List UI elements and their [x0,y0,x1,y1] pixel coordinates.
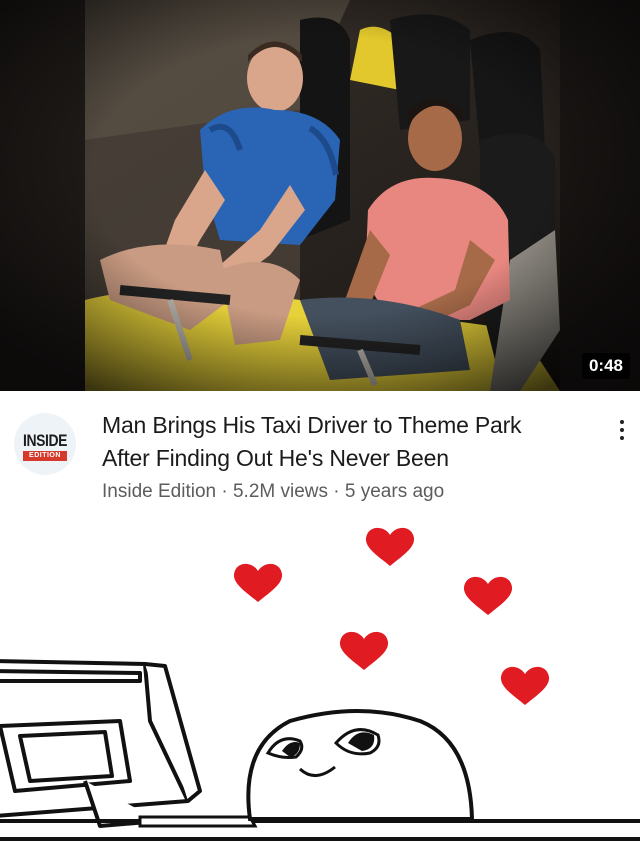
video-title-line2: After Finding Out He's Never Been [102,445,449,471]
heart-eyes-computer-guy [0,527,640,841]
thumbnail-photo [0,0,640,391]
separator-dot: · [221,481,228,502]
avatar-logo-text: INSIDE [22,431,68,450]
channel-avatar[interactable]: INSIDE EDITION [14,413,76,475]
separator-dot: · [333,481,340,502]
view-count: 5.2M views [232,481,328,502]
duration-badge: 0:48 [581,353,630,379]
meme-image [0,521,640,842]
video-thumbnail[interactable]: 0:48 [0,0,640,391]
video-meta: INSIDE EDITION Man Brings His Taxi Drive… [0,391,640,521]
heart-icon [463,576,513,615]
upload-age: 5 years ago [344,481,445,502]
video-title-line1: Man Brings His Taxi Driver to Theme Park [102,412,522,438]
more-vertical-icon[interactable] [612,417,632,447]
heart-icon [365,527,415,566]
video-subline: Inside Edition · 5.2M views · 5 years ag… [102,481,444,503]
channel-name[interactable]: Inside Edition [102,481,216,502]
heart-icon [339,631,389,670]
video-title[interactable]: Man Brings His Taxi Driver to Theme Park… [102,409,592,475]
avatar-logo-subtext: EDITION [23,451,67,461]
heart-icon [500,666,550,705]
heart-icon [233,563,283,602]
